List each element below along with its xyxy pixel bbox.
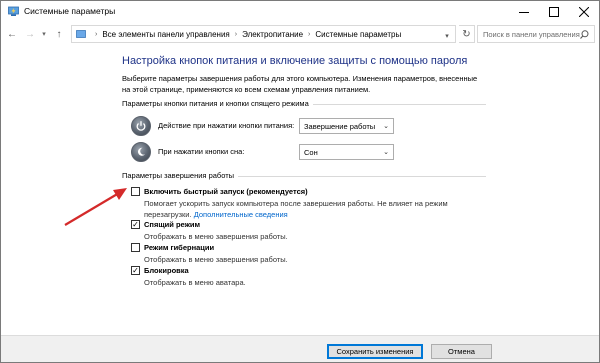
minimize-button[interactable]	[509, 1, 539, 23]
chevron-right-icon: ›	[308, 30, 311, 38]
breadcrumb[interactable]: › Все элементы панели управления › Элект…	[71, 25, 456, 43]
recent-locations-button[interactable]: ▾	[39, 26, 49, 42]
power-button-select-value: Завершение работы	[304, 121, 376, 131]
option-label[interactable]: Включить быстрый запуск (рекомендуется)	[144, 187, 308, 196]
chevron-right-icon: ›	[234, 30, 238, 38]
forward-button[interactable]: →	[23, 26, 37, 42]
sleep-button-select[interactable]: Сон ⌄	[299, 144, 394, 160]
cancel-button[interactable]: Отмена	[431, 344, 492, 359]
fast-startup-checkbox[interactable]	[131, 187, 140, 196]
minimize-icon	[519, 12, 529, 13]
maximize-button[interactable]	[539, 1, 569, 23]
power-button-label: Действие при нажатии кнопки питания:	[158, 121, 295, 130]
page-description: Выберите параметры завершения работы для…	[122, 74, 478, 94]
back-button[interactable]: ←	[5, 26, 19, 42]
breadcrumb-item[interactable]: Системные параметры	[315, 30, 401, 39]
shutdown-settings-group: Параметры завершения работы	[122, 171, 486, 181]
hibernate-checkbox[interactable]	[131, 243, 140, 252]
save-changes-button[interactable]: Сохранить изменения	[327, 344, 423, 359]
option-description: Отображать в меню аватара.	[144, 278, 246, 287]
power-button-row: Действие при нажатии кнопки питания: Зав…	[131, 116, 411, 136]
chevron-down-icon: ⌄	[383, 149, 389, 156]
breadcrumb-item[interactable]: Все элементы панели управления	[102, 30, 229, 39]
up-button[interactable]: ↑	[52, 26, 66, 42]
checkmark-icon: ✓	[132, 219, 139, 229]
arrow-right-icon: →	[25, 28, 35, 40]
annotation-arrow-icon	[64, 188, 127, 226]
option-description: Помогает ускорить запуск компьютера посл…	[144, 198, 484, 220]
chevron-down-icon: ▾	[42, 31, 46, 38]
chevron-right-icon: ›	[95, 30, 98, 38]
checkmark-icon: ✓	[132, 265, 139, 275]
group-label: Параметры завершения работы	[122, 171, 239, 180]
search-box	[477, 25, 595, 43]
close-icon	[579, 7, 589, 17]
title-bar: Системные параметры	[1, 1, 599, 23]
power-button-icon	[131, 116, 151, 136]
close-button[interactable]	[569, 1, 599, 23]
refresh-button[interactable]: ↻	[459, 25, 475, 43]
arrow-up-icon: ↑	[56, 28, 62, 40]
breadcrumb-item[interactable]: Электропитание	[242, 30, 303, 39]
refresh-icon: ↻	[462, 28, 471, 40]
search-input[interactable]	[483, 29, 581, 39]
group-label: Параметры кнопки питания и кнопки спящег…	[122, 99, 313, 108]
option-description: Отображать в меню завершения работы.	[144, 232, 288, 241]
chevron-down-icon: ▾	[445, 33, 449, 40]
address-history-button[interactable]: ▾	[441, 28, 453, 44]
page-title: Настройка кнопок питания и включение защ…	[122, 55, 468, 67]
sleep-checkbox[interactable]: ✓	[131, 220, 140, 229]
window-title: Системные параметры	[24, 6, 116, 16]
option-description-text: Помогает ускорить запуск компьютера посл…	[144, 199, 448, 219]
power-options-app-icon	[8, 6, 19, 16]
power-button-select[interactable]: Завершение работы ⌄	[299, 118, 394, 134]
footer-bar: Сохранить изменения Отмена	[1, 335, 599, 362]
option-label[interactable]: Блокировка	[144, 266, 189, 275]
sleep-button-label: При нажатии кнопки сна:	[158, 147, 245, 156]
lock-checkbox[interactable]: ✓	[131, 266, 140, 275]
power-buttons-group: Параметры кнопки питания и кнопки спящег…	[122, 99, 486, 109]
sleep-button-icon	[131, 142, 151, 162]
control-panel-icon	[76, 30, 86, 38]
address-bar: ← → ▾ ↑ › Все элементы панели управления…	[1, 23, 599, 45]
option-label[interactable]: Режим гибернации	[144, 243, 214, 252]
sleep-button-row: При нажатии кнопки сна: Сон ⌄	[131, 142, 411, 162]
arrow-left-icon: ←	[7, 28, 17, 40]
search-icon	[580, 29, 589, 39]
option-label[interactable]: Спящий режим	[144, 220, 200, 229]
sleep-button-select-value: Сон	[304, 147, 318, 157]
control-panel-window: Системные параметры ← → ▾ ↑ › Все элемен…	[0, 0, 600, 363]
maximize-icon	[549, 7, 559, 17]
option-description: Отображать в меню завершения работы.	[144, 255, 288, 264]
more-info-link[interactable]: Дополнительные сведения	[194, 210, 288, 219]
chevron-down-icon: ⌄	[383, 123, 389, 130]
